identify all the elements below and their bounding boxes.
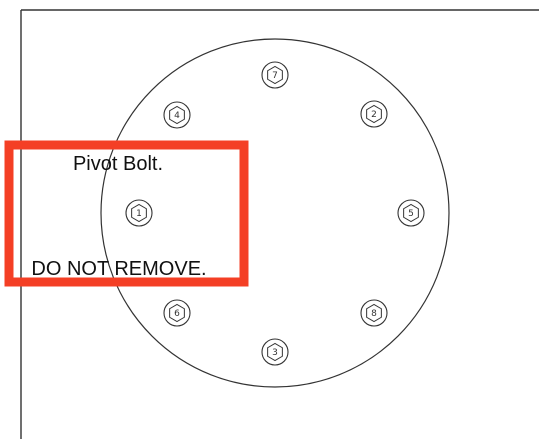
bolt-number-label: 6: [174, 309, 180, 319]
bolt-number-label: 1: [136, 209, 142, 219]
bolt-number-label: 2: [371, 110, 377, 120]
bolt-5: 5: [397, 199, 425, 227]
bolt-number-label: 3: [272, 348, 278, 358]
callout-line-1: Pivot Bolt.: [73, 153, 163, 175]
bolt-6: 6: [163, 299, 191, 327]
bolt-7: 7: [261, 61, 289, 89]
bolt-3: 3: [261, 338, 289, 366]
bolt-2: 2: [360, 100, 388, 128]
bolt-group: 1 2 3 4 5 6 7 8: [125, 61, 425, 366]
bolt-number-label: 7: [272, 71, 278, 81]
bolt-number-label: 8: [371, 309, 377, 319]
flange-plate-circle: [100, 38, 450, 388]
bolt-4: 4: [163, 101, 191, 129]
bolt-number-label: 4: [174, 111, 180, 121]
bolt-pattern-diagram: 1 2 3 4 5 6 7 8 Pivot Bolt. DO NOT REMOVE.: [4, 9, 539, 439]
bolt-number-label: 5: [408, 209, 414, 219]
bolt-1: 1: [125, 199, 153, 227]
bolt-8: 8: [360, 299, 388, 327]
callout-line-2: DO NOT REMOVE.: [31, 258, 206, 280]
